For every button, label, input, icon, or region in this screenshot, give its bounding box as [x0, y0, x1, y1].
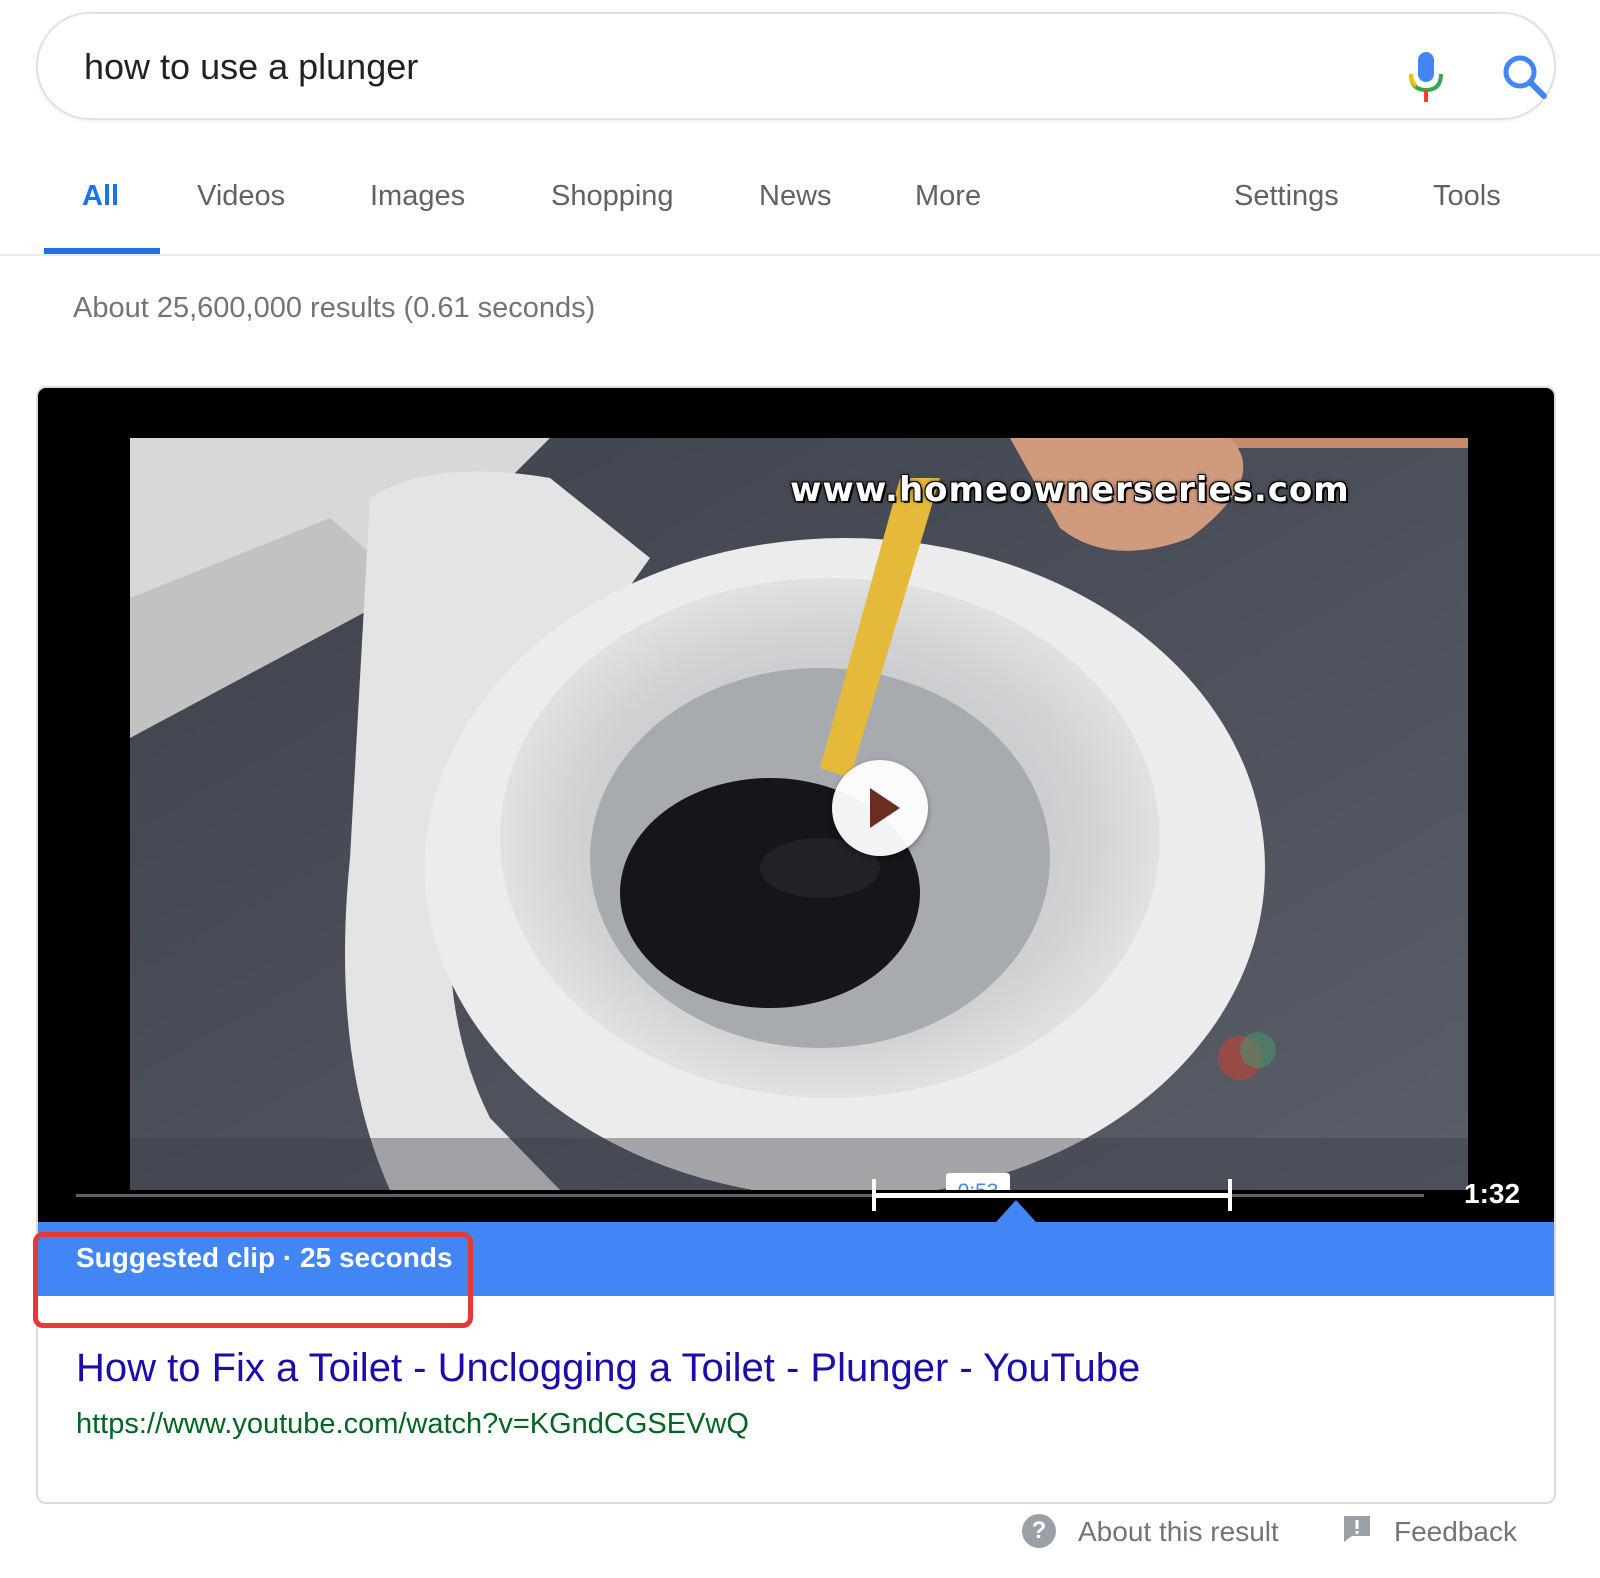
tab-tools[interactable]: Tools — [1433, 180, 1501, 213]
question-circle-icon[interactable]: ? — [1022, 1514, 1056, 1548]
result-title-link[interactable]: How to Fix a Toilet - Unclogging a Toile… — [76, 1346, 1140, 1391]
result-url: https://www.youtube.com/watch?v=KGndCGSE… — [76, 1408, 749, 1440]
search-results-page: All Videos Images Shopping News More Set… — [0, 0, 1600, 1578]
result-stats: About 25,600,000 results (0.61 seconds) — [73, 292, 596, 324]
clip-end-marker — [1228, 1179, 1232, 1211]
tab-videos[interactable]: Videos — [197, 180, 285, 213]
clip-start-marker — [872, 1179, 876, 1211]
featured-video-card: www.homeownerseries.com 0:53 1:32 Sugges… — [36, 386, 1556, 1504]
magnifier-icon[interactable] — [1500, 52, 1550, 102]
tab-more[interactable]: More — [915, 180, 981, 213]
video-player[interactable]: www.homeownerseries.com 0:53 1:32 — [38, 388, 1554, 1242]
search-input[interactable] — [84, 42, 1284, 92]
video-duration: 1:32 — [1464, 1178, 1521, 1209]
clip-pointer-caret — [996, 1200, 1036, 1222]
microphone-icon[interactable] — [1406, 50, 1446, 106]
video-watermark: www.homeownerseries.com — [790, 470, 1350, 510]
tab-settings[interactable]: Settings — [1234, 180, 1339, 213]
feedback-link[interactable]: Feedback — [1394, 1516, 1517, 1548]
about-this-result-link[interactable]: About this result — [1078, 1516, 1279, 1548]
active-tab-indicator — [44, 248, 160, 254]
suggested-clip-range[interactable] — [874, 1193, 1232, 1198]
search-box[interactable] — [36, 12, 1556, 120]
play-button[interactable] — [832, 760, 928, 856]
video-thumbnail[interactable]: www.homeownerseries.com 0:53 — [130, 438, 1468, 1190]
tab-all[interactable]: All — [82, 180, 119, 213]
feedback-flag-icon[interactable] — [1342, 1514, 1372, 1544]
search-tabs: All Videos Images Shopping News More Set… — [0, 180, 1600, 256]
tab-shopping[interactable]: Shopping — [551, 180, 674, 213]
clip-start-time: 0:53 — [946, 1173, 1010, 1190]
annotation-highlight-box — [33, 1232, 473, 1328]
tab-images[interactable]: Images — [370, 180, 465, 213]
toilet-plunger-image — [130, 438, 1468, 1190]
tab-news[interactable]: News — [759, 180, 832, 213]
